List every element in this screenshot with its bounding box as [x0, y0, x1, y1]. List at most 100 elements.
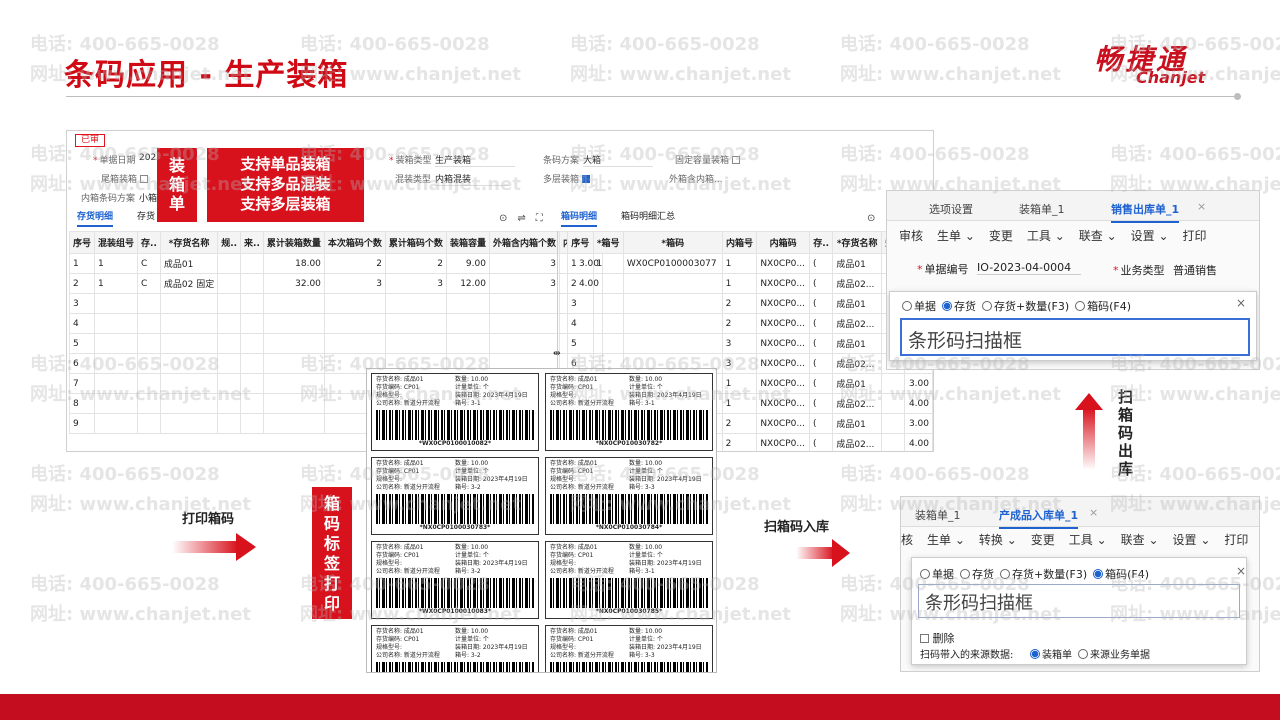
label-field: 计量单位: 个	[629, 384, 663, 391]
toolbar-item[interactable]: 核	[901, 531, 913, 548]
column-header[interactable]: 序号	[567, 231, 594, 254]
barcode-scan-input[interactable]: 条形码扫描框	[900, 318, 1250, 356]
column-header[interactable]: *存货名称	[159, 231, 219, 254]
toolbar-item[interactable]: 联查 ⌄	[1121, 531, 1159, 548]
barcode-scheme-value[interactable]: 大箱	[583, 153, 653, 167]
toolbar-item[interactable]: 变更	[989, 227, 1013, 244]
barcode-scan-input[interactable]: 条形码扫描框	[918, 584, 1240, 618]
source-opt-box[interactable]: 装箱单	[1030, 646, 1072, 661]
scan-mode-option[interactable]: 存货+数量(F3)	[982, 298, 1069, 314]
tab-inventory2[interactable]: 存货	[137, 209, 155, 222]
column-header[interactable]: 装箱容量	[445, 231, 490, 254]
toolbar-item[interactable]: 打印	[1183, 227, 1207, 244]
scan-mode-option[interactable]: 存货	[960, 566, 994, 582]
table-cell: 9	[68, 413, 96, 434]
table-cell	[137, 373, 161, 394]
toolbar-item[interactable]: 工具 ⌄	[1069, 531, 1107, 548]
toolbar-item[interactable]: 工具 ⌄	[1027, 227, 1065, 244]
scan-mode-option[interactable]: 箱码(F4)	[1075, 298, 1131, 314]
table-row[interactable]: 11WX0CP01000030771NX0CP0...(成品013.00	[567, 253, 933, 274]
barcode-scheme-label: 条码方案	[543, 156, 580, 166]
table-row[interactable]: 42NX0CP0...(成品02...4.00	[567, 313, 933, 334]
close-icon[interactable]: ×	[1236, 296, 1246, 310]
table-cell	[217, 393, 242, 414]
table-row[interactable]: 53NX0CP0...(成品013.00	[567, 333, 933, 354]
tab-box-list[interactable]: 装箱单_1	[915, 507, 961, 523]
close-icon[interactable]: ×	[1197, 200, 1206, 213]
tab-sales-out[interactable]: 销售出库单_1	[1111, 201, 1180, 223]
multi-layer-checkbox[interactable]	[581, 175, 590, 183]
tail-box-label: 尾箱装箱	[101, 172, 148, 185]
table-row[interactable]: 4	[68, 313, 603, 334]
label-field: 规格型号:	[376, 476, 403, 483]
table-cell: 成品02...	[832, 393, 883, 414]
toolbar-item[interactable]: 设置 ⌄	[1173, 531, 1211, 548]
filter-icon[interactable]: ⇌	[517, 213, 535, 224]
table-cell: 1	[721, 373, 758, 394]
tab-boxcode[interactable]: 箱码明细	[561, 209, 598, 227]
table-row[interactable]: 21NX0CP0...(成品02...4.00	[567, 273, 933, 294]
label-field: 规格型号:	[376, 392, 403, 399]
source-opt-biz[interactable]: 来源业务单据	[1078, 646, 1150, 661]
column-header[interactable]: 内箱码	[756, 231, 811, 254]
label-field: 数量: 10.00	[455, 460, 489, 467]
scan-mode-option[interactable]: 箱码(F4)	[1093, 566, 1149, 582]
column-header[interactable]: *箱码	[622, 231, 723, 254]
scan-mode-option[interactable]: 单据	[920, 566, 954, 582]
fixed-qty-checkbox[interactable]	[731, 156, 740, 164]
label-row: 公司名称: 新道分开流程 箱号: 3-1	[376, 400, 534, 408]
scan-mode-option[interactable]: 单据	[902, 298, 936, 314]
tab-product-in[interactable]: 产成品入库单_1	[999, 507, 1079, 529]
toolbar-item[interactable]: 审核	[899, 227, 923, 244]
close-icon[interactable]: ×	[1236, 564, 1246, 578]
tab-boxcode-summary[interactable]: 箱码明细汇总	[621, 209, 675, 222]
scan-mode-option[interactable]: 存货	[942, 298, 976, 314]
splitter-handle-icon[interactable]: ⇹	[553, 349, 561, 359]
table-cell	[445, 333, 490, 354]
toolbar-item[interactable]: 设置 ⌄	[1131, 227, 1169, 244]
column-header[interactable]: 内箱号	[721, 231, 758, 254]
column-header[interactable]: *存货名称	[832, 231, 883, 254]
table-row[interactable]: 2 1 C 成品02 固定 32.00 3 3 12.00 3 4.00	[68, 273, 603, 294]
location-icon[interactable]: ⊙	[867, 213, 875, 224]
column-header[interactable]: 存..	[137, 231, 161, 254]
column-header[interactable]: 混装组号	[94, 231, 139, 254]
column-header[interactable]: 序号	[68, 231, 96, 254]
tail-box-checkbox[interactable]	[139, 175, 148, 183]
scan-mode-label: 单据	[914, 300, 936, 313]
box-type-value[interactable]: 生产装箱	[435, 153, 515, 167]
close-icon[interactable]: ×	[1089, 506, 1098, 519]
delete-checkbox[interactable]: 删除	[920, 630, 955, 646]
toolbar-item[interactable]: 打印	[1224, 531, 1248, 548]
toolbar-item[interactable]: 生单 ⌄	[927, 531, 965, 548]
mix-type-value[interactable]: 内箱混装	[435, 172, 509, 186]
column-header[interactable]: 本次箱码个数	[323, 231, 386, 254]
tab-inventory[interactable]: 存货明细	[77, 209, 114, 227]
location-icon[interactable]: ⊙	[499, 213, 517, 224]
column-header[interactable]: 存..	[809, 231, 834, 254]
table-cell: 2	[721, 433, 758, 451]
expand-icon[interactable]: ⛶	[536, 213, 553, 224]
table-cell	[217, 253, 242, 274]
column-header[interactable]: *箱号	[592, 231, 624, 254]
biz-type-value[interactable]: 普通销售	[1173, 262, 1217, 278]
column-header[interactable]: 外箱含内箱个数	[488, 231, 560, 254]
toolbar-item[interactable]: 生单 ⌄	[937, 227, 975, 244]
column-header[interactable]: 累计箱码个数	[384, 231, 447, 254]
toolbar-item[interactable]: 变更	[1031, 531, 1055, 548]
column-header[interactable]: 来..	[240, 231, 264, 254]
column-header[interactable]: 规..	[217, 231, 242, 254]
doc-no-value[interactable]: IO-2023-04-0004	[977, 261, 1081, 275]
inner-scheme-value[interactable]: 小箱	[139, 191, 157, 204]
column-header[interactable]: 累计装箱数量	[262, 231, 325, 254]
barcode-bars	[376, 494, 534, 524]
table-row[interactable]: 3	[68, 293, 603, 314]
scan-mode-option[interactable]: 存货+数量(F3)	[1000, 566, 1087, 582]
toolbar-item[interactable]: 联查 ⌄	[1079, 227, 1117, 244]
tab-options[interactable]: 选项设置	[929, 201, 973, 217]
table-row[interactable]: 1 1 C 成品01 18.00 2 2 9.00 3 3.00	[68, 253, 603, 274]
table-row[interactable]: 32NX0CP0...(成品013.00	[567, 293, 933, 314]
table-row[interactable]: 5	[68, 333, 603, 354]
toolbar-item[interactable]: 转换 ⌄	[979, 531, 1017, 548]
tab-box-list[interactable]: 装箱单_1	[1019, 201, 1065, 217]
